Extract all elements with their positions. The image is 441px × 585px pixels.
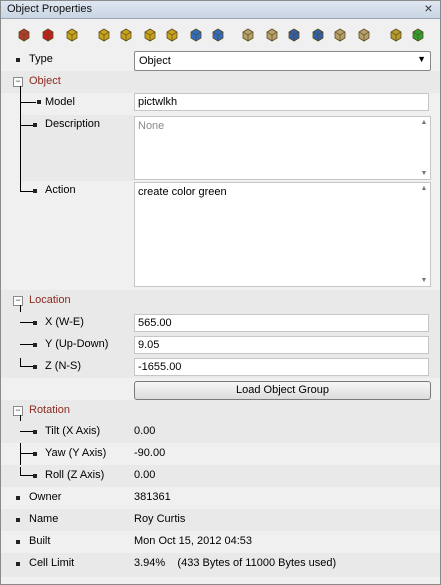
roll-value: 0.00 (134, 469, 156, 481)
scroll-down-icon[interactable]: ▼ (420, 170, 428, 177)
bullet-icon (16, 540, 20, 544)
bullet-icon (33, 123, 37, 127)
action-label: Action (45, 184, 76, 196)
rotate-yaw-icon[interactable] (309, 25, 327, 43)
move-up-icon[interactable] (95, 25, 113, 43)
select-all-icon[interactable] (409, 25, 427, 43)
yaw-row: Yaw (Y Axis) -90.00 (1, 443, 440, 465)
location-category-row[interactable]: − Location (1, 290, 440, 312)
x-input[interactable]: 565.00 (134, 314, 429, 332)
y-value: 9.05 (138, 339, 160, 351)
y-input[interactable]: 9.05 (134, 336, 429, 354)
collapse-location-icon[interactable]: − (13, 296, 23, 306)
rotation-category-label: Rotation (29, 404, 70, 416)
scroll-up-icon[interactable]: ▲ (420, 119, 428, 126)
z-value: -1655.00 (138, 361, 182, 373)
roll-row: Roll (Z Axis) 0.00 (1, 465, 440, 487)
bullet-icon (37, 100, 41, 104)
tilt-row: Tilt (X Axis) 0.00 (1, 421, 440, 443)
yaw-value: -90.00 (134, 447, 166, 459)
location-category-label: Location (29, 294, 71, 306)
chevron-down-icon[interactable]: ▼ (417, 54, 426, 64)
owner-value: 381361 (134, 491, 171, 503)
z-input[interactable]: -1655.00 (134, 358, 429, 376)
rotate-reset-icon[interactable] (355, 25, 373, 43)
close-icon[interactable]: × (421, 1, 436, 16)
y-label: Y (Up-Down) (45, 338, 109, 350)
move-forward-icon[interactable] (117, 25, 135, 43)
model-value: pictwlkh (138, 96, 178, 108)
snap-icon[interactable] (187, 25, 205, 43)
bullet-icon (16, 496, 20, 500)
x-label: X (W-E) (45, 316, 84, 328)
tree-branch (20, 102, 36, 103)
object-select-icon[interactable] (63, 25, 81, 43)
z-label: Z (N-S) (45, 360, 82, 372)
bullet-icon (16, 518, 20, 522)
bullet-icon (33, 189, 37, 193)
object-copy-icon[interactable] (15, 25, 33, 43)
rotate-left-icon[interactable] (239, 25, 257, 43)
type-value: Object (139, 55, 171, 67)
yaw-label: Yaw (Y Axis) (45, 447, 107, 459)
bullet-icon (16, 58, 20, 62)
move-right-icon[interactable] (163, 25, 181, 43)
cell-limit-label: Cell Limit (29, 557, 75, 569)
rotate-right-icon[interactable] (263, 25, 281, 43)
model-row: Model (37, 91, 133, 115)
move-left-icon[interactable] (141, 25, 159, 43)
collapse-object-icon[interactable]: − (13, 77, 23, 87)
model-label: Model (45, 96, 75, 108)
cell-limit-value: 3.94% (433 Bytes of 11000 Bytes used) (134, 557, 337, 569)
built-row: Built Mon Oct 15, 2012 04:53 (1, 531, 440, 553)
grid-icon[interactable] (387, 25, 405, 43)
name-label: Name (29, 513, 59, 525)
load-object-group-button[interactable]: Load Object Group (134, 381, 431, 400)
collapse-rotation-icon[interactable]: − (13, 406, 23, 416)
object-category-row[interactable]: − Object (1, 71, 440, 93)
rotation-category-row[interactable]: − Rotation (1, 400, 440, 422)
tilt-label: Tilt (X Axis) (45, 425, 101, 437)
object-category-label: Object (29, 75, 61, 87)
bullet-icon (16, 562, 20, 566)
bullet-icon (33, 365, 37, 369)
type-select[interactable]: Object ▼ (134, 51, 431, 71)
scroll-down-icon[interactable]: ▼ (420, 277, 428, 284)
x-value: 565.00 (138, 317, 172, 329)
description-textarea[interactable]: None ▲ ▼ (134, 116, 431, 180)
type-label: Type (29, 53, 53, 65)
action-value: create color green (138, 186, 227, 198)
roll-label: Roll (Z Axis) (45, 469, 105, 481)
toolbar (1, 19, 440, 49)
bullet-icon (33, 452, 37, 456)
scroll-up-icon[interactable]: ▲ (420, 185, 428, 192)
rotate-roll-icon[interactable] (331, 25, 349, 43)
rotate-tilt-icon[interactable] (285, 25, 303, 43)
bullet-icon (33, 474, 37, 478)
name-row: Name Roy Curtis (1, 509, 440, 531)
bullet-icon (33, 343, 37, 347)
tilt-value: 0.00 (134, 425, 156, 437)
owner-row: Owner 381361 (1, 487, 440, 509)
model-input[interactable]: pictwlkh (134, 93, 429, 111)
bullet-icon (33, 430, 37, 434)
owner-label: Owner (29, 491, 62, 503)
cell-limit-row: Cell Limit 3.94% (433 Bytes of 11000 Byt… (1, 553, 440, 577)
built-label: Built (29, 535, 51, 547)
description-placeholder: None (138, 120, 165, 132)
object-properties-window: Object Properties × Type Object ▼ − Obje… (0, 0, 441, 585)
name-value: Roy Curtis (134, 513, 186, 525)
action-textarea[interactable]: create color green ▲ ▼ (134, 182, 431, 287)
object-delete-icon[interactable] (39, 25, 57, 43)
bullet-icon (33, 321, 37, 325)
description-label: Description (45, 118, 101, 130)
drop-icon[interactable] (209, 25, 227, 43)
title-bar: Object Properties × (1, 1, 440, 19)
window-title: Object Properties (7, 3, 92, 15)
built-value: Mon Oct 15, 2012 04:53 (134, 535, 253, 547)
